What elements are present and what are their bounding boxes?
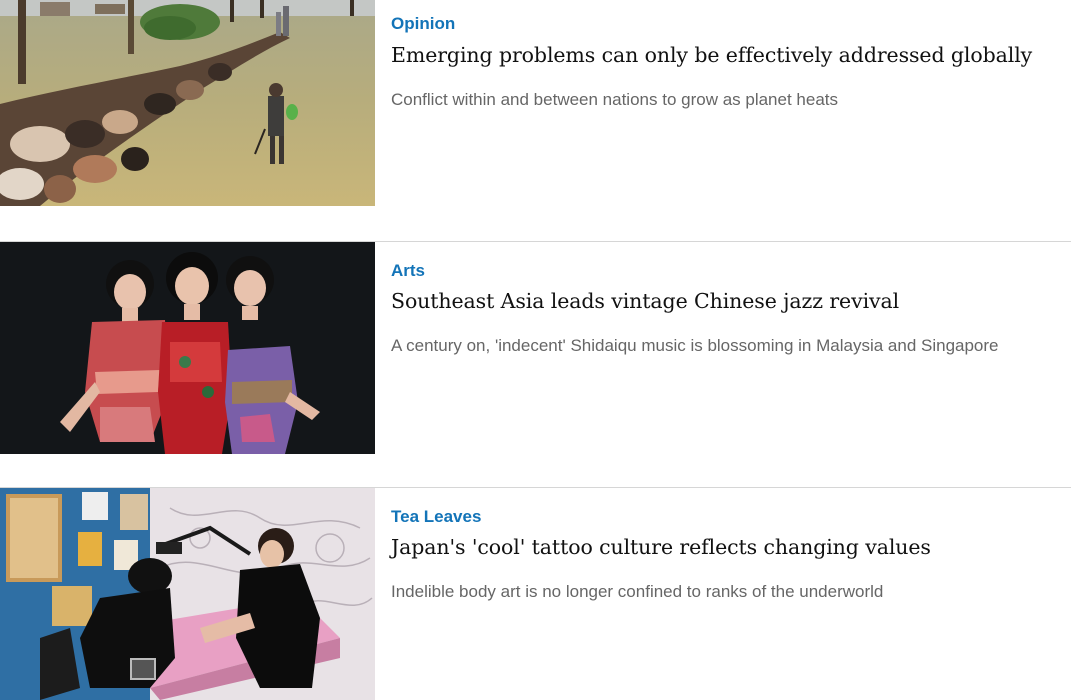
article-category[interactable]: Arts <box>391 261 425 281</box>
article-category[interactable]: Opinion <box>391 14 455 34</box>
article-summary: A century on, 'indecent' Shidaiqu music … <box>391 336 999 355</box>
article-summary: Conflict within and between nations to g… <box>391 90 838 109</box>
article-thumbnail-flooded-cattle[interactable] <box>0 0 375 206</box>
article-card[interactable]: Opinion Emerging problems can only be ef… <box>0 0 1071 206</box>
article-summary: Indelible body art is no longer confined… <box>391 582 884 601</box>
article-card[interactable]: Arts Southeast Asia leads vintage Chines… <box>0 242 1071 454</box>
article-thumbnail-singers[interactable] <box>0 242 375 454</box>
article-feed: Opinion Emerging problems can only be ef… <box>0 0 1071 700</box>
flood-cattle-image <box>0 0 375 206</box>
singers-image <box>0 242 375 454</box>
article-headline[interactable]: Southeast Asia leads vintage Chinese jaz… <box>391 289 899 313</box>
tattoo-studio-image <box>0 488 375 700</box>
article-thumbnail-tattoo-studio[interactable] <box>0 488 375 700</box>
article-headline[interactable]: Japan's 'cool' tattoo culture reflects c… <box>391 535 931 559</box>
article-card[interactable]: Tea Leaves Japan's 'cool' tattoo culture… <box>0 488 1071 700</box>
article-headline[interactable]: Emerging problems can only be effectivel… <box>391 43 1032 67</box>
article-category[interactable]: Tea Leaves <box>391 507 481 527</box>
